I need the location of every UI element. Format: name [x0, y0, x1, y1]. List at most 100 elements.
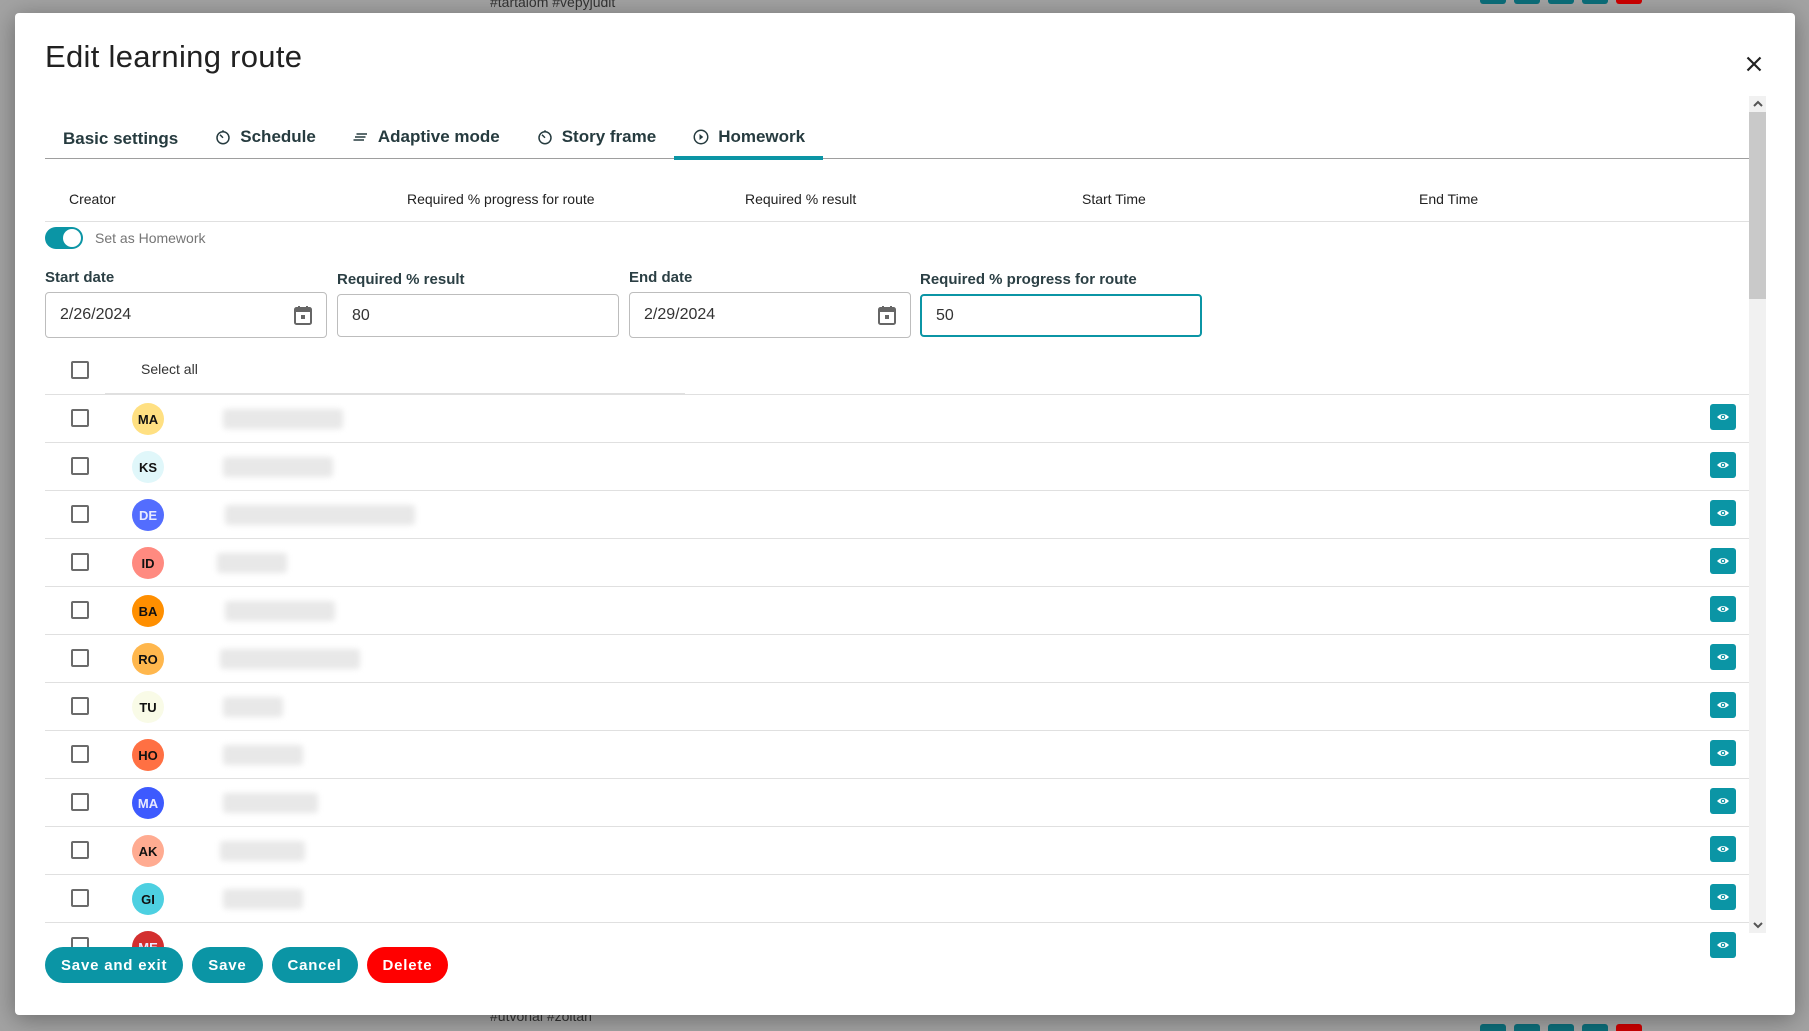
- required-result-field: Required % result 80: [337, 271, 619, 337]
- scroll-down-button[interactable]: [1749, 917, 1766, 933]
- column-required-result: Required % result: [745, 191, 857, 207]
- timer-icon: [216, 130, 231, 145]
- student-checkbox[interactable]: [71, 697, 89, 715]
- required-progress-input[interactable]: 50: [920, 294, 1202, 337]
- student-name-redacted: [220, 649, 360, 669]
- chevron-up-icon: [1752, 100, 1763, 107]
- timer-icon: [537, 130, 552, 145]
- student-row: GI: [45, 875, 1764, 923]
- avatar: MA: [132, 403, 164, 435]
- vertical-scrollbar[interactable]: [1749, 96, 1766, 933]
- student-row: MA: [45, 395, 1764, 443]
- student-checkbox[interactable]: [71, 505, 89, 523]
- eye-icon: [1717, 606, 1729, 612]
- calendar-icon[interactable]: [878, 305, 896, 325]
- view-student-button[interactable]: [1710, 932, 1736, 958]
- student-name-redacted: [225, 505, 415, 525]
- view-student-button[interactable]: [1710, 788, 1736, 814]
- eye-icon: [1717, 942, 1729, 948]
- play-circle-icon: [693, 129, 709, 145]
- set-as-homework-toggle[interactable]: [45, 227, 83, 249]
- tab-story-frame[interactable]: Story frame: [518, 116, 674, 158]
- scroll-thumb[interactable]: [1749, 112, 1766, 299]
- required-result-label: Required % result: [337, 271, 465, 288]
- required-progress-label: Required % progress for route: [920, 271, 1137, 288]
- student-checkbox[interactable]: [71, 553, 89, 571]
- delete-button[interactable]: Delete: [366, 947, 449, 983]
- student-checkbox[interactable]: [71, 649, 89, 667]
- view-student-button[interactable]: [1710, 692, 1736, 718]
- student-checkbox[interactable]: [71, 841, 89, 859]
- view-student-button[interactable]: [1710, 644, 1736, 670]
- avatar: MA: [132, 787, 164, 819]
- column-required-progress: Required % progress for route: [407, 191, 595, 207]
- select-all-row: Select all: [45, 346, 1764, 394]
- required-progress-field: Required % progress for route 50: [920, 271, 1202, 337]
- required-result-value: 80: [352, 306, 370, 324]
- tab-label: Homework: [718, 127, 806, 146]
- student-checkbox[interactable]: [71, 601, 89, 619]
- tab-bar: Basic settings Schedule Adaptive mode St…: [45, 116, 1764, 160]
- view-student-button[interactable]: [1710, 500, 1736, 526]
- edit-learning-route-dialog: Edit learning route Basic settings Sched…: [15, 13, 1795, 1015]
- close-icon: [1746, 56, 1762, 72]
- select-all-label: Select all: [141, 361, 198, 377]
- student-name-redacted: [220, 841, 305, 861]
- eye-icon: [1717, 702, 1729, 708]
- student-row: BA: [45, 587, 1764, 635]
- save-and-exit-button[interactable]: Save and exit: [45, 947, 184, 983]
- student-rows: MAKSDEIDBAROTUHOMAAKGIME: [45, 394, 1764, 958]
- student-row: MA: [45, 779, 1764, 827]
- student-checkbox[interactable]: [71, 793, 89, 811]
- avatar: DE: [132, 499, 164, 531]
- start-date-input[interactable]: 2/26/2024: [45, 292, 327, 338]
- eye-icon: [1717, 798, 1729, 804]
- avatar: RO: [132, 643, 164, 675]
- start-date-field: Start date 2/26/2024: [45, 269, 327, 338]
- cancel-button[interactable]: Cancel: [271, 947, 358, 983]
- tab-label: Schedule: [240, 127, 316, 146]
- avatar: ID: [132, 547, 164, 579]
- save-button[interactable]: Save: [192, 947, 263, 983]
- select-all-checkbox[interactable]: [71, 361, 89, 379]
- close-button[interactable]: [1741, 51, 1767, 77]
- student-name-redacted: [223, 697, 283, 717]
- student-name-redacted: [225, 601, 335, 621]
- view-student-button[interactable]: [1710, 884, 1736, 910]
- view-student-button[interactable]: [1710, 740, 1736, 766]
- eye-icon: [1717, 462, 1729, 468]
- calendar-icon[interactable]: [294, 305, 312, 325]
- avatar: KS: [132, 451, 164, 483]
- end-date-label: End date: [629, 269, 693, 286]
- view-student-button[interactable]: [1710, 836, 1736, 862]
- lines-icon: [353, 133, 367, 141]
- start-date-label: Start date: [45, 269, 115, 286]
- eye-icon: [1717, 558, 1729, 564]
- student-checkbox[interactable]: [71, 457, 89, 475]
- student-checkbox[interactable]: [71, 889, 89, 907]
- set-as-homework-label: Set as Homework: [95, 230, 206, 246]
- avatar: TU: [132, 691, 164, 723]
- student-list: Select all MAKSDEIDBAROTUHOMAAKGIME: [45, 346, 1764, 958]
- student-row: RO: [45, 635, 1764, 683]
- view-student-button[interactable]: [1710, 596, 1736, 622]
- student-checkbox[interactable]: [71, 409, 89, 427]
- dialog-actions: Save and exit Save Cancel Delete: [45, 947, 449, 983]
- tab-adaptive-mode[interactable]: Adaptive mode: [334, 116, 518, 158]
- tab-homework[interactable]: Homework: [674, 116, 824, 160]
- required-result-input[interactable]: 80: [337, 294, 619, 337]
- end-date-input[interactable]: 2/29/2024: [629, 292, 911, 338]
- set-as-homework-row: Set as Homework: [45, 227, 205, 249]
- view-student-button[interactable]: [1710, 404, 1736, 430]
- tab-label: Basic settings: [63, 129, 179, 148]
- scroll-up-button[interactable]: [1749, 96, 1766, 112]
- view-student-button[interactable]: [1710, 548, 1736, 574]
- eye-icon: [1717, 414, 1729, 420]
- column-creator: Creator: [69, 191, 116, 207]
- eye-icon: [1717, 894, 1729, 900]
- student-checkbox[interactable]: [71, 745, 89, 763]
- view-student-button[interactable]: [1710, 452, 1736, 478]
- tab-schedule[interactable]: Schedule: [196, 116, 334, 158]
- eye-icon: [1717, 750, 1729, 756]
- tab-basic-settings[interactable]: Basic settings: [45, 116, 196, 158]
